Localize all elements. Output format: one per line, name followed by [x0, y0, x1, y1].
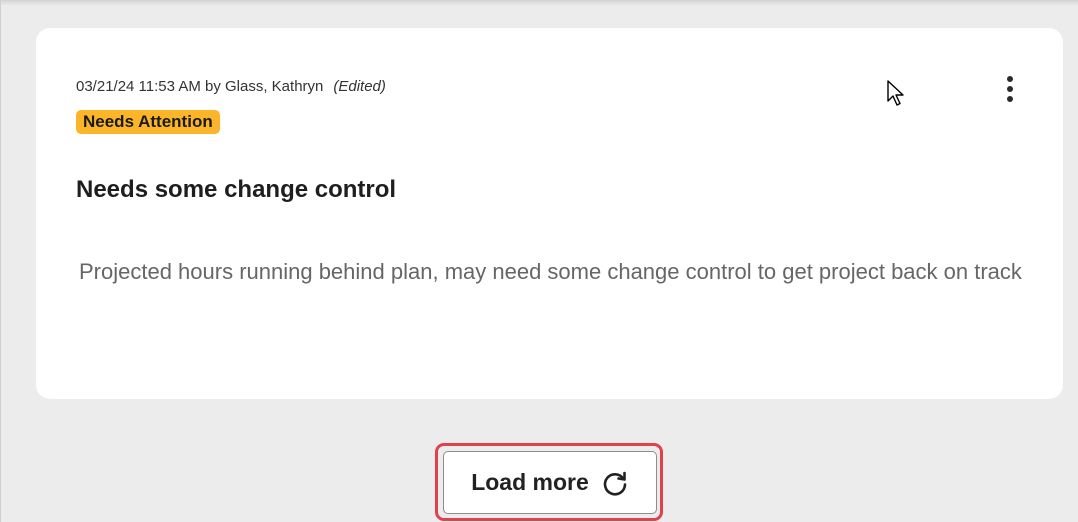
more-vertical-icon[interactable]	[996, 72, 1024, 106]
status-badge: Needs Attention	[76, 110, 220, 134]
load-more-label: Load more	[471, 469, 589, 495]
note-card: 03/21/24 11:53 AM by Glass, Kathryn (Edit…	[36, 28, 1063, 399]
notes-panel: 03/21/24 11:53 AM by Glass, Kathryn (Edit…	[0, 0, 1078, 522]
top-shadow	[1, 1, 1078, 6]
menu-dot	[1007, 76, 1013, 82]
note-meta: 03/21/24 11:53 AM by Glass, Kathryn (Edit…	[76, 78, 386, 95]
note-title: Needs some change control	[76, 176, 397, 203]
load-more-button[interactable]: Load more	[443, 451, 657, 514]
refresh-icon	[603, 471, 627, 496]
note-author-timestamp: 03/21/24 11:53 AM by Glass, Kathryn	[76, 78, 324, 95]
menu-dot	[1007, 96, 1013, 102]
note-body: Projected hours running behind plan, may…	[79, 259, 1022, 284]
note-edited-tag: (Edited)	[333, 78, 386, 95]
menu-dot	[1007, 86, 1013, 92]
mouse-pointer-icon	[887, 80, 904, 106]
